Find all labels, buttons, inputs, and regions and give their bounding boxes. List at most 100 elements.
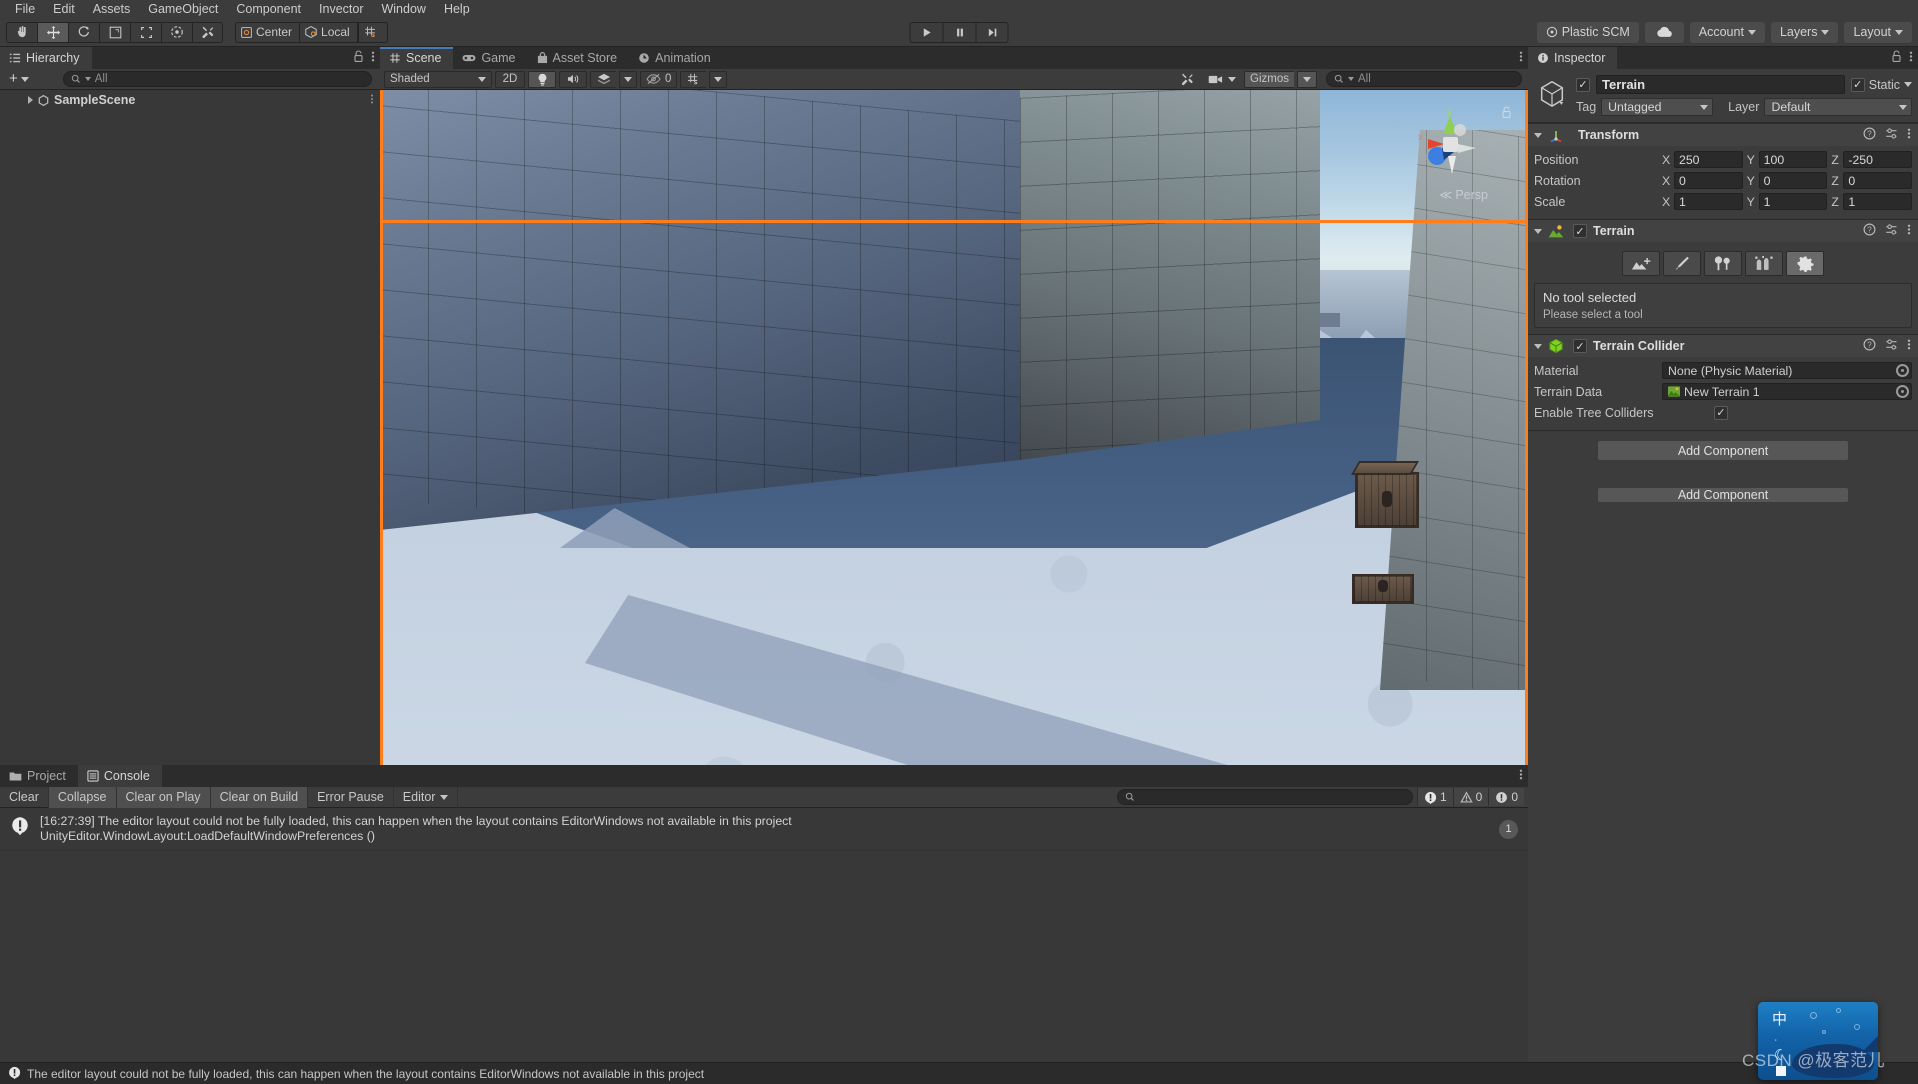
menu-item-help[interactable]: Help: [435, 0, 479, 18]
pivot-mode-button[interactable]: Center: [235, 21, 301, 43]
collapse-button[interactable]: Collapse: [48, 786, 117, 808]
object-picker-icon[interactable]: [1896, 364, 1909, 377]
scene-hidden-objects-button[interactable]: 0: [640, 70, 678, 88]
2d-toggle-button[interactable]: 2D: [495, 70, 525, 88]
scene-audio-toggle[interactable]: [559, 70, 587, 88]
hand-tool-button[interactable]: [6, 21, 37, 43]
transform-header[interactable]: Transform ?: [1528, 124, 1918, 146]
gizmos-toggle-button[interactable]: Gizmos: [1244, 70, 1294, 88]
grid-snap-button[interactable]: [357, 21, 388, 43]
kebab-icon[interactable]: [370, 93, 374, 108]
account-button[interactable]: Account: [1689, 21, 1765, 43]
scene-camera-button[interactable]: [1203, 71, 1241, 88]
kebab-icon[interactable]: [1519, 768, 1523, 784]
expand-arrow-icon[interactable]: [28, 96, 33, 104]
pivot-rotation-button[interactable]: Local: [300, 21, 358, 43]
rect-tool-button[interactable]: [130, 21, 161, 43]
scene-orientation-gizmo[interactable]: y x z: [1414, 107, 1486, 186]
rotate-tool-button[interactable]: [68, 21, 99, 43]
static-checkbox[interactable]: ✓: [1850, 77, 1865, 92]
tab-console[interactable]: Console: [77, 765, 162, 787]
step-button[interactable]: [975, 21, 1009, 43]
console-search-input[interactable]: [1116, 789, 1413, 805]
clear-on-play-button[interactable]: Clear on Play: [116, 786, 211, 808]
gameobject-icon[interactable]: [1534, 75, 1570, 111]
gameobject-enabled-checkbox[interactable]: ✓: [1576, 77, 1590, 92]
layout-button[interactable]: Layout: [1844, 21, 1912, 43]
menu-item-window[interactable]: Window: [372, 0, 434, 18]
menu-item-gameobject[interactable]: GameObject: [139, 0, 227, 18]
tab-animation[interactable]: Animation: [629, 47, 723, 69]
layer-dropdown[interactable]: Default: [1764, 98, 1912, 116]
paint-details-tool-button[interactable]: [1745, 251, 1783, 276]
hierarchy-item-samplescene[interactable]: SampleScene: [0, 90, 380, 110]
scene-grid-dropdown[interactable]: [709, 70, 728, 88]
console-log-entry[interactable]: [16:27:39] The editor layout could not b…: [0, 808, 1528, 851]
lock-icon[interactable]: [353, 50, 364, 66]
console-editor-dropdown[interactable]: Editor: [394, 786, 459, 808]
preset-icon[interactable]: [1885, 127, 1898, 143]
gizmos-dropdown-button[interactable]: [1297, 70, 1317, 88]
tab-hierarchy[interactable]: Hierarchy: [0, 47, 92, 69]
scene-fx-dropdown[interactable]: [619, 70, 637, 88]
clear-on-build-button[interactable]: Clear on Build: [210, 786, 309, 808]
paint-trees-tool-button[interactable]: [1704, 251, 1742, 276]
play-button[interactable]: [909, 21, 943, 43]
custom-tool-button[interactable]: [192, 21, 223, 43]
add-component-button-secondary[interactable]: Add Component: [1598, 488, 1848, 502]
draw-mode-dropdown[interactable]: Shaded: [384, 70, 492, 88]
menu-item-edit[interactable]: Edit: [44, 0, 84, 18]
preset-icon[interactable]: [1885, 338, 1898, 354]
chevron-down-icon[interactable]: [1904, 82, 1912, 87]
cloud-button[interactable]: [1644, 21, 1684, 43]
hierarchy-search-input[interactable]: All: [62, 71, 372, 87]
tab-inspector[interactable]: Inspector: [1528, 47, 1618, 69]
error-pause-button[interactable]: Error Pause: [308, 786, 394, 808]
gameobject-name-input[interactable]: Terrain: [1596, 75, 1845, 94]
material-object-field[interactable]: None (Physic Material): [1662, 362, 1912, 379]
kebab-icon[interactable]: [371, 50, 375, 66]
create-neighbor-terrains-tool-button[interactable]: [1622, 251, 1660, 276]
paint-terrain-tool-button[interactable]: [1663, 251, 1701, 276]
ime-punctuation-toggle[interactable]: ˌ: [1774, 1030, 1778, 1042]
tab-game[interactable]: Game: [453, 47, 528, 69]
layers-button[interactable]: Layers: [1770, 21, 1839, 43]
menu-item-component[interactable]: Component: [227, 0, 310, 18]
gizmos-search-input[interactable]: All: [1326, 71, 1522, 87]
pause-button[interactable]: [942, 21, 976, 43]
scene-gizmo-lock-icon[interactable]: [1501, 106, 1512, 122]
move-tool-button[interactable]: [37, 21, 68, 43]
scale-z-input[interactable]: 1: [1843, 193, 1913, 210]
terrain-data-object-field[interactable]: New Terrain 1: [1662, 383, 1912, 400]
terrain-collider-header[interactable]: ✓ Terrain Collider ?: [1528, 335, 1918, 357]
position-x-input[interactable]: 250: [1674, 151, 1743, 168]
terrain-enabled-checkbox[interactable]: ✓: [1573, 224, 1587, 238]
collapse-arrow-icon[interactable]: [1534, 228, 1542, 234]
scene-lighting-toggle[interactable]: [528, 70, 556, 88]
menu-item-file[interactable]: File: [6, 0, 44, 18]
tab-scene[interactable]: Scene: [380, 47, 454, 69]
enable-tree-colliders-checkbox[interactable]: ✓: [1714, 405, 1728, 420]
kebab-icon[interactable]: [1519, 50, 1523, 66]
lock-icon[interactable]: [1891, 50, 1902, 66]
collapse-arrow-icon[interactable]: [1534, 132, 1542, 138]
kebab-icon[interactable]: [1907, 223, 1911, 239]
scene-projection-label[interactable]: ≪ Persp: [1439, 187, 1488, 202]
console-log-list[interactable]: [16:27:39] The editor layout could not b…: [0, 808, 1528, 1062]
object-picker-icon[interactable]: [1896, 385, 1909, 398]
console-info-count[interactable]: 0: [1488, 788, 1524, 806]
status-bar[interactable]: The editor layout could not be fully loa…: [0, 1062, 1918, 1084]
collapse-arrow-icon[interactable]: [1534, 343, 1542, 349]
menu-item-assets[interactable]: Assets: [84, 0, 140, 18]
add-component-button[interactable]: Add Component: [1598, 441, 1848, 460]
preset-icon[interactable]: [1885, 223, 1898, 239]
scene-tools-button[interactable]: [1174, 71, 1200, 88]
terrain-header[interactable]: ✓ Terrain ?: [1528, 220, 1918, 242]
scale-x-input[interactable]: 1: [1674, 193, 1743, 210]
plastic-scm-button[interactable]: Plastic SCM: [1536, 21, 1639, 43]
rotation-y-input[interactable]: 0: [1758, 172, 1828, 189]
ammo-crate-lower[interactable]: [1352, 574, 1414, 604]
position-z-input[interactable]: -250: [1843, 151, 1913, 168]
ammo-crate-upper[interactable]: [1350, 461, 1420, 528]
kebab-icon[interactable]: [1909, 50, 1913, 66]
